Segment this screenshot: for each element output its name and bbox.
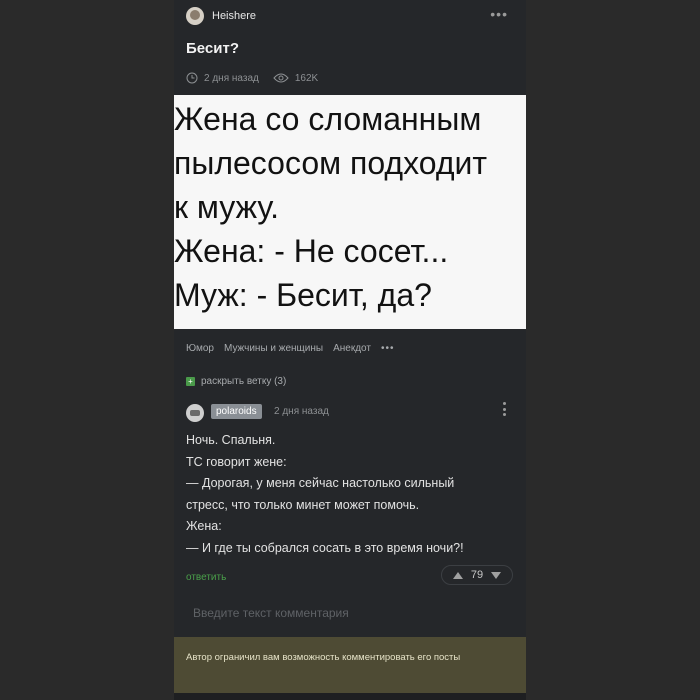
image-text-line: Жена со сломанным — [174, 101, 482, 137]
right-backdrop — [526, 0, 700, 700]
comment-time: 2 дня назад — [274, 406, 329, 417]
comment-input[interactable]: Введите текст комментария — [186, 598, 514, 628]
image-text-line: к мужу. — [174, 189, 280, 225]
image-text-line: пылесосом подходит — [174, 145, 488, 181]
comment-line: — Дорогая, у меня сейчас настолько сильн… — [186, 476, 455, 491]
expand-thread-label: раскрыть ветку (3) — [201, 376, 287, 387]
post-image[interactable]: Жена со сломанным пылесосом подходит к м… — [174, 95, 526, 329]
eye-icon — [273, 73, 289, 83]
image-text-line: Муж: - Бесит, да? — [174, 277, 432, 313]
tag-humor[interactable]: Юмор — [186, 343, 214, 354]
expand-thread-button[interactable]: + раскрыть ветку (3) — [186, 376, 286, 387]
more-tags-icon[interactable]: ••• — [381, 343, 395, 354]
comment-menu-icon[interactable] — [502, 402, 506, 416]
image-text-line: Жена: - Не сосет... — [174, 233, 449, 269]
comment-line: — И где ты собрался сосать в это время н… — [186, 540, 464, 555]
comment-rating: 79 — [470, 569, 484, 581]
tag-list: Юмор Мужчины и женщины Анекдот ••• — [186, 343, 394, 354]
post-views: 162K — [294, 72, 319, 84]
vote-widget: 79 — [441, 565, 513, 585]
tag-joke[interactable]: Анекдот — [333, 343, 371, 354]
more-options-icon[interactable]: ••• — [490, 6, 508, 22]
upvote-icon[interactable] — [452, 571, 463, 579]
post-title[interactable]: Бесит? — [186, 40, 239, 57]
commenter-name[interactable]: polaroids — [211, 404, 262, 419]
author-avatar[interactable] — [186, 7, 204, 25]
bottom-divider — [174, 693, 526, 700]
reply-button[interactable]: ответить — [186, 572, 226, 583]
post-header: Heishere ••• — [174, 0, 526, 34]
post-screen: Heishere ••• Бесит? 2 дня назад 162K Жен… — [174, 0, 526, 700]
post-meta: 2 дня назад 162K — [186, 70, 318, 86]
comment-line: Жена: — [186, 519, 222, 534]
left-backdrop — [0, 0, 174, 700]
downvote-icon[interactable] — [491, 571, 502, 579]
comment-line: ТС говорит жене: — [186, 454, 287, 469]
plus-icon: + — [186, 377, 195, 386]
post-time: 2 дня назад — [204, 72, 259, 84]
commenter-avatar[interactable] — [186, 404, 204, 422]
tag-men-women[interactable]: Мужчины и женщины — [224, 343, 323, 354]
clock-icon — [186, 72, 198, 84]
author-name[interactable]: Heishere — [212, 10, 256, 22]
comment-restriction-notice: Автор ограничил вам возможность комменти… — [174, 637, 526, 693]
comment-line: стресс, что только минет может помочь. — [186, 497, 420, 512]
comment-line: Ночь. Спальня. — [186, 433, 276, 447]
comment-body: Ночь. Спальня. ТС говорит жене: — Дорога… — [186, 430, 516, 560]
